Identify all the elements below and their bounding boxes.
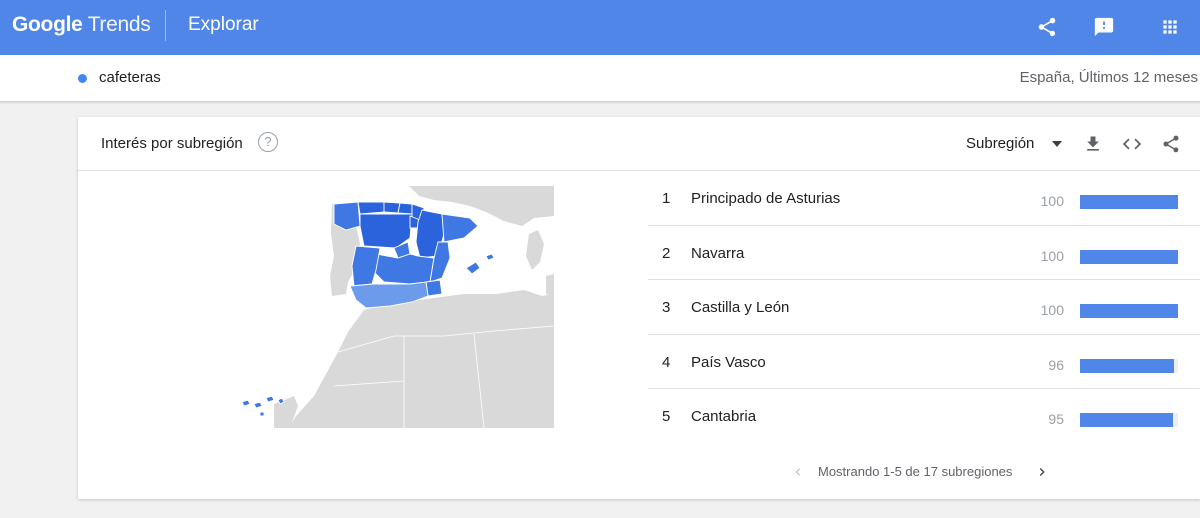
value-bar-track [1080, 195, 1178, 209]
chevron-left-icon[interactable] [788, 462, 808, 482]
table-row[interactable]: 4 País Vasco 96 [648, 335, 1200, 390]
share-icon[interactable] [1032, 12, 1062, 42]
header-divider [165, 10, 166, 41]
value-bar-track [1080, 413, 1178, 428]
region-value: 100 [1040, 193, 1064, 209]
rank-number: 3 [662, 299, 671, 317]
feedback-icon[interactable] [1089, 12, 1119, 42]
region-name[interactable]: Cantabria [691, 408, 756, 425]
table-row[interactable]: 3 Castilla y León 100 [648, 280, 1200, 335]
value-bar [1080, 249, 1178, 264]
term-location-period: España, Últimos 12 meses [1019, 69, 1198, 86]
region-name[interactable]: País Vasco [691, 354, 766, 371]
value-bar [1080, 304, 1178, 319]
chevron-down-icon[interactable] [1052, 141, 1062, 147]
apps-icon[interactable] [1155, 12, 1185, 42]
region-value: 100 [1040, 247, 1064, 264]
table-row[interactable]: 5 Cantabria 95 [648, 389, 1200, 444]
app-header: Google Trends Explorar [0, 0, 1200, 55]
interest-by-subregion-card: Interés por subregión ? Subregión 1 Prin… [78, 117, 1200, 499]
rank-number: 1 [662, 190, 671, 207]
rank-number: 2 [662, 244, 671, 262]
card-title: Interés por subregión [101, 135, 243, 152]
region-name[interactable]: Principado de Asturias [691, 190, 840, 207]
region-value: 96 [1048, 356, 1064, 373]
region-name[interactable]: Navarra [691, 245, 744, 262]
google-trends-logo[interactable]: Google Trends [12, 13, 151, 37]
logo-google-text: Google [12, 13, 83, 36]
search-term[interactable]: cafeteras [99, 69, 161, 86]
region-name[interactable]: Castilla y León [691, 299, 789, 316]
map-region-asturias [357, 201, 385, 215]
region-value: 95 [1048, 411, 1064, 428]
map-region-castilla-la-mancha [373, 253, 435, 285]
download-icon[interactable] [1081, 132, 1105, 156]
pagination-text: Mostrando 1-5 de 17 subregiones [818, 464, 1013, 479]
chevron-right-icon[interactable] [1032, 462, 1052, 482]
logo-trends-text: Trends [87, 13, 151, 36]
map-region-murcia [425, 279, 443, 297]
value-bar [1080, 358, 1175, 373]
table-row[interactable]: 2 Navarra 100 [648, 226, 1200, 281]
term-color-dot [78, 74, 87, 83]
search-term-bar: cafeteras España, Últimos 12 meses [0, 55, 1200, 102]
embed-icon[interactable] [1120, 132, 1144, 156]
value-bar [1080, 413, 1174, 428]
map-region-cantabria [383, 201, 401, 214]
resolution-select[interactable]: Subregión [966, 135, 1034, 152]
card-header: Interés por subregión ? Subregión [78, 117, 1200, 171]
value-bar-track [1080, 249, 1178, 264]
subregion-ranking-list: 1 Principado de Asturias 100 2 Navarra 1… [648, 171, 1200, 444]
help-icon[interactable]: ? [258, 132, 278, 152]
value-bar [1080, 195, 1178, 209]
page-title: Explorar [188, 14, 259, 35]
value-bar-track [1080, 358, 1178, 373]
subregion-map[interactable] [234, 186, 554, 428]
map-region-galicia [333, 201, 361, 231]
card-share-icon[interactable] [1159, 132, 1183, 156]
map-region-pais-vasco [397, 202, 413, 215]
table-row[interactable]: 1 Principado de Asturias 100 [648, 171, 1200, 226]
region-value: 100 [1040, 302, 1064, 319]
value-bar-track [1080, 304, 1178, 319]
rank-number: 5 [662, 408, 671, 426]
rank-number: 4 [662, 353, 671, 371]
